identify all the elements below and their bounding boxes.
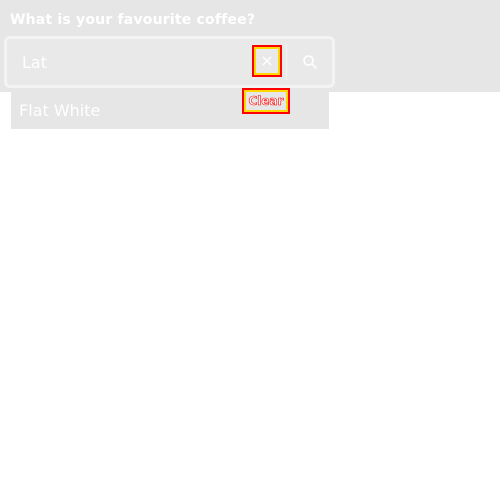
search-divider xyxy=(286,44,287,80)
search-button[interactable] xyxy=(290,44,330,80)
search-box: × xyxy=(4,36,335,88)
clear-button[interactable]: × xyxy=(252,45,282,77)
close-icon: × xyxy=(260,51,274,70)
search-input[interactable] xyxy=(12,44,254,80)
search-icon xyxy=(303,55,317,69)
clear-tooltip: Clear xyxy=(242,88,290,114)
question-label: What is your favourite coffee? xyxy=(10,12,256,28)
suggestion-item[interactable]: Flat White xyxy=(19,101,100,120)
clear-tooltip-label: Clear xyxy=(248,94,284,109)
